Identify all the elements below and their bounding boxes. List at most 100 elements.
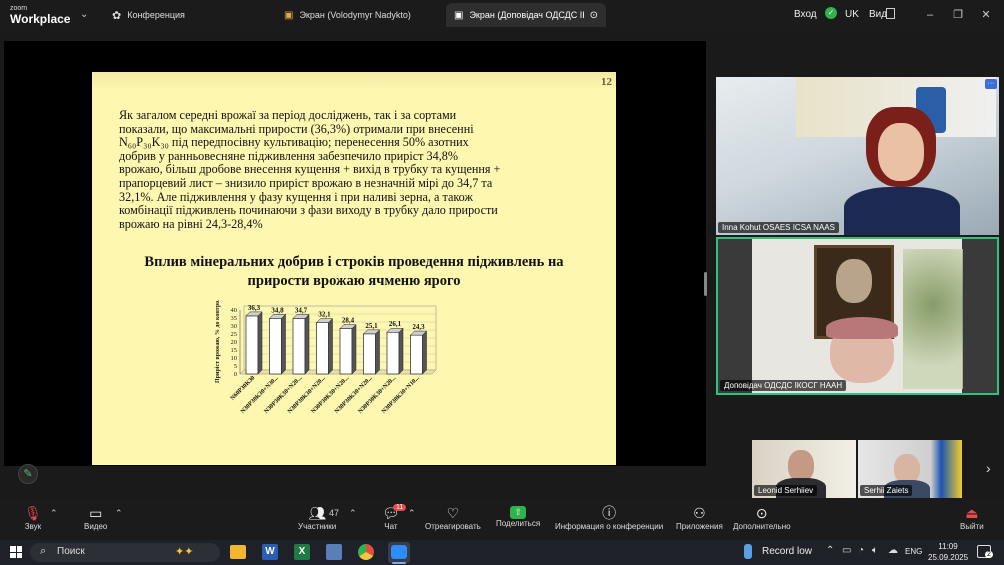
portrait-face — [836, 259, 872, 303]
chart-y-tick-label: 10 — [231, 355, 238, 362]
chevron-up-icon[interactable]: ⌃ — [115, 508, 123, 519]
active-indicator — [392, 562, 406, 564]
chat-label: Чат — [384, 522, 398, 531]
chevron-down-icon[interactable]: ⌄ — [80, 9, 88, 20]
chart-bar-side — [257, 311, 263, 375]
annotate-pencil-icon[interactable]: ✎ — [18, 464, 38, 484]
participants-label: Участники — [298, 522, 337, 531]
more-options-icon[interactable]: ··· — [985, 79, 997, 89]
participant-video-3[interactable]: Leonid Serhiiev — [752, 440, 856, 498]
tab-label: Экран (Volodymyr Nadykto) — [299, 10, 411, 20]
cloud-icon[interactable]: ☁ — [888, 545, 898, 556]
participant-name: Доповідач ОДСДС ІКОСГ НААН — [720, 380, 847, 391]
participant-video-2[interactable]: Доповідач ОДСДС ІКОСГ НААН — [716, 237, 999, 395]
participant-face — [878, 123, 924, 181]
audio-button[interactable]: 🎙︎ Звук — [24, 504, 42, 531]
participant-video-1[interactable]: Inna Kohut OSAES ICSA NAAS ··· — [716, 77, 999, 235]
word-icon[interactable]: W — [262, 544, 278, 560]
people-icon: 👥︎ — [308, 505, 326, 521]
weather-text[interactable]: Record low — [762, 546, 812, 557]
shield-check-icon: ✓ — [825, 7, 837, 19]
chevron-up-icon[interactable]: ⌃ — [349, 508, 357, 519]
notification-badge: 2 — [985, 551, 993, 558]
chart-bar-side — [398, 327, 404, 375]
chart-bar — [245, 315, 259, 375]
more-button[interactable]: ⊙ Дополнительно — [733, 504, 791, 531]
chart-y-tick-label: 40 — [231, 307, 238, 314]
chart-bar-side — [375, 329, 380, 375]
close-icon[interactable]: ✕ — [977, 6, 995, 24]
leave-button[interactable]: ⏏ Выйти — [960, 504, 984, 531]
bar-chart: 0510152025303540 Приріст врожаю, % до кон… — [215, 300, 437, 415]
volume-icon[interactable]: 🔈︎ — [872, 545, 878, 556]
share-button[interactable]: ⇧ Поделиться — [496, 504, 540, 528]
apps-icon: ⚇ — [693, 505, 706, 521]
network-icon[interactable]: ◔ — [858, 545, 864, 556]
language-label[interactable]: UK — [845, 9, 859, 20]
screen-share-icon: ▣ — [284, 9, 294, 21]
chart-bar — [363, 333, 376, 375]
heart-icon: ♡ — [446, 505, 460, 521]
tray-chevron-icon[interactable]: ⌃ — [826, 545, 834, 556]
clock-time: 11:09 — [938, 542, 958, 551]
chart-y-tick-label: 30 — [231, 323, 238, 330]
maximize-icon[interactable]: ❐ — [949, 6, 967, 24]
slide-number: 12 — [601, 76, 612, 88]
resize-handle[interactable] — [704, 272, 707, 296]
participant-video-4[interactable]: Serhii Zaiets — [858, 440, 962, 498]
input-language[interactable]: ENG — [905, 547, 922, 556]
zoom-logo: zoom Workplace — [10, 4, 71, 26]
chart-bar — [269, 317, 282, 375]
video-button[interactable]: ▭ Видео — [84, 504, 107, 531]
meeting-info-button[interactable]: ⓘ Информация о конференции — [555, 504, 663, 531]
participant-name: Serhii Zaiets — [860, 485, 913, 496]
paragraph-line: показали, що максимальні прирости (36,3%… — [119, 121, 474, 136]
chart-bar — [386, 331, 400, 375]
apps-label: Приложения — [676, 522, 723, 531]
chart-bar-side — [422, 330, 427, 375]
info-icon: ⓘ — [602, 505, 617, 521]
chrome-icon[interactable] — [358, 544, 374, 560]
more-icon[interactable]: ⊙ — [590, 10, 598, 21]
battery-icon[interactable]: ▭ — [842, 545, 851, 556]
signin-button[interactable]: Вход — [794, 9, 817, 20]
chevron-up-icon[interactable]: ⌃ — [408, 508, 416, 519]
sparkle-icon: ✦✦ — [175, 546, 194, 558]
apps-button[interactable]: ⚇ Приложения — [676, 504, 723, 531]
view-button[interactable]: Вид — [869, 9, 887, 20]
chart-y-tick-label: 25 — [231, 331, 238, 338]
paragraph-line: Як загалом середні врожаї за період досл… — [119, 108, 457, 122]
chart-y-tick-label: 15 — [231, 347, 238, 354]
slide-chart-title: Вплив мінеральних добрив і строків прове… — [102, 253, 606, 291]
chevron-up-icon[interactable]: ⌃ — [50, 508, 58, 519]
minimize-icon[interactable]: – — [921, 6, 939, 24]
windows-start-icon[interactable] — [10, 546, 22, 558]
chart-data-label: 34,8 — [271, 306, 284, 314]
excel-icon[interactable]: X — [294, 544, 310, 560]
react-button[interactable]: ♡ Отреагировать — [425, 504, 481, 531]
tab-conference[interactable]: ✿ Конференция — [104, 3, 264, 27]
search-placeholder: Поиск — [57, 546, 85, 557]
tab-screen-speaker[interactable]: ▣ Экран (Доповідач ОДСДС ІКОСГ ⊙ — [446, 3, 606, 27]
logo-big: Workplace — [10, 12, 71, 26]
tab-screen-nadykto[interactable]: ▣ Экран (Volodymyr Nadykto) — [276, 3, 440, 27]
leave-icon: ⏏ — [965, 505, 979, 521]
slide-header-strip — [92, 72, 616, 90]
view-layout-icon[interactable] — [886, 8, 895, 19]
next-page-chevron-icon[interactable]: › — [986, 460, 991, 476]
share-screen-icon: ⇧ — [510, 506, 527, 519]
chart-bar-side — [304, 313, 310, 375]
participant-hair — [826, 317, 898, 339]
camera-icon: ▭ — [89, 505, 103, 521]
chart-data-label: 28,4 — [342, 317, 355, 325]
search-icon: ⌕ — [40, 545, 47, 557]
chart-data-label: 26,1 — [389, 320, 402, 328]
paragraph-line: комбінації підживлень починаючи з фази в… — [119, 203, 498, 218]
clock[interactable]: 11:09 25.09.2025 — [928, 541, 968, 563]
file-explorer-icon[interactable] — [230, 545, 246, 559]
participant-body — [844, 187, 960, 235]
participant-name: Inna Kohut OSAES ICSA NAAS — [718, 222, 839, 233]
chart-y-tick-label: 20 — [231, 339, 238, 346]
tab-label: Экран (Доповідач ОДСДС ІКОСГ — [469, 10, 583, 20]
calculator-icon[interactable] — [326, 544, 342, 560]
